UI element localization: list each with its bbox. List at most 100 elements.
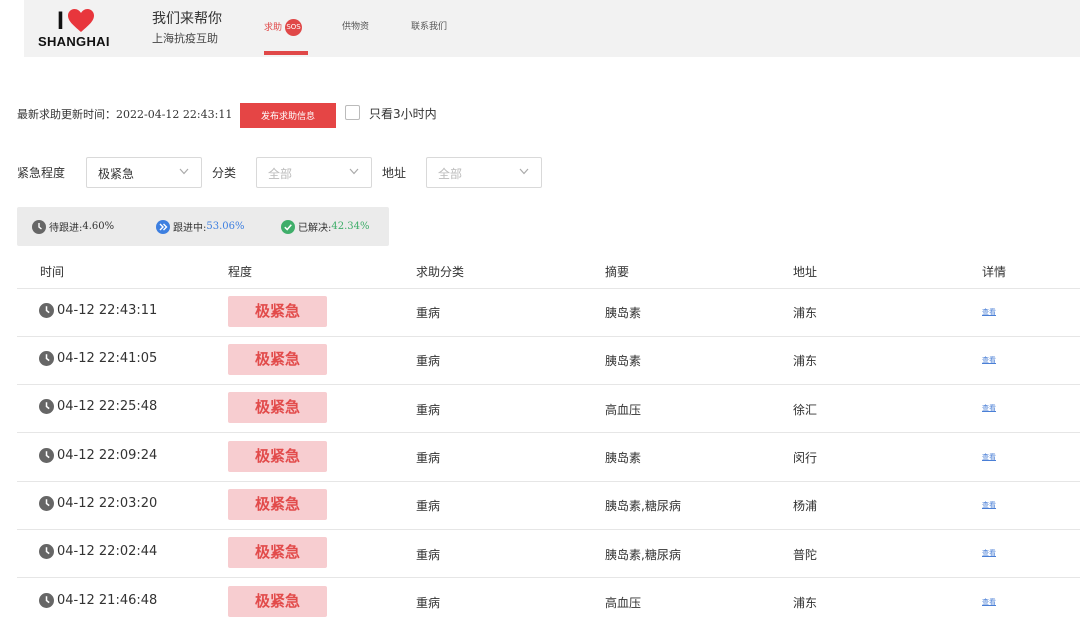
view-detail-link[interactable]: 查看 [982,307,996,317]
clock-icon [39,303,54,318]
publish-help-button[interactable]: 发布求助信息 [240,103,336,128]
category-select[interactable]: 全部 [256,157,372,188]
urgency-badge: 极紧急 [228,392,327,423]
heart-icon [67,9,94,32]
clock-icon [39,399,54,414]
row-divider [17,529,1080,530]
row-divider [17,336,1080,337]
address-select[interactable]: 全部 [426,157,542,188]
urgency-select[interactable]: 极紧急 [86,157,202,188]
nav-supply-tab[interactable]: 供物资 [342,19,369,32]
status-stats-bar: 待跟进: 4.60% 跟进中: 53.06% 已解决: 42.34% [17,207,389,246]
address-cell: 浦东 [793,306,818,320]
time-value: 04-12 22:03:20 [57,496,158,511]
column-header-address: 地址 [793,265,818,279]
category-cell: 重病 [416,499,441,513]
time-cell: 04-12 22:02:44 [39,544,157,559]
active-tab-indicator [264,51,308,55]
time-value: 04-12 22:41:05 [57,351,158,366]
view-detail-link[interactable]: 查看 [982,403,996,413]
stat-following-label: 跟进中: [173,223,207,234]
time-value: 04-12 22:02:44 [57,544,158,559]
nav-contact-tab[interactable]: 联系我们 [411,19,447,32]
row-divider [17,288,1080,289]
time-cell: 04-12 21:46:48 [39,593,157,608]
stat-following-value: 53.06% [206,221,245,232]
summary-cell: 胰岛素,糖尿病 [605,499,681,513]
urgency-badge: 极紧急 [228,441,327,472]
clock-icon [39,448,54,463]
category-cell: 重病 [416,354,441,368]
urgency-badge: 极紧急 [228,296,327,327]
urgency-filter-label: 紧急程度 [17,166,66,180]
category-cell: 重病 [416,306,441,320]
urgency-badge: 极紧急 [228,537,327,568]
column-header-summary: 摘要 [605,265,630,279]
nav-help-tab[interactable]: 求助 SOS [264,19,303,36]
address-cell: 闵行 [793,451,818,465]
column-header-time: 时间 [40,265,65,279]
time-value: 04-12 22:43:11 [57,303,158,318]
summary-cell: 高血压 [605,403,642,417]
category-select-placeholder: 全部 [268,167,293,181]
brand-title: 我们来帮你 [152,11,222,27]
clock-icon [32,219,46,234]
logo-mark: I [57,8,94,34]
category-filter-label: 分类 [212,166,237,180]
chevron-down-icon [519,168,529,175]
chevron-down-icon [179,168,189,175]
summary-cell: 高血压 [605,596,642,610]
urgency-select-value: 极紧急 [98,167,135,181]
time-value: 04-12 22:09:24 [57,448,158,463]
column-header-detail: 详情 [982,265,1007,279]
time-cell: 04-12 22:03:20 [39,496,157,511]
only-3h-label[interactable]: 只看3小时内 [369,105,437,122]
address-filter-label: 地址 [382,166,407,180]
i-love-shanghai-logo[interactable]: I SHANGHAI [38,8,122,50]
column-header-level: 程度 [228,265,253,279]
summary-cell: 胰岛素 [605,354,642,368]
category-cell: 重病 [416,548,441,562]
sos-badge: SOS [285,19,303,36]
stat-resolved: 已解决: 42.34% [281,219,370,234]
stat-resolved-label: 已解决: [298,223,332,234]
row-divider [17,384,1080,385]
summary-cell: 胰岛素 [605,451,642,465]
nav-help-label: 求助 [264,23,283,33]
brand-subtitle: 上海抗疫互助 [152,32,218,45]
row-divider [17,481,1080,482]
check-circle-icon [281,219,295,234]
view-detail-link[interactable]: 查看 [982,548,996,558]
address-cell: 普陀 [793,548,818,562]
column-header-category: 求助分类 [416,265,465,279]
stat-resolved-value: 42.34% [331,221,370,232]
clock-icon [39,544,54,559]
urgency-badge: 极紧急 [228,489,327,520]
address-select-placeholder: 全部 [438,167,463,181]
category-cell: 重病 [416,403,441,417]
only-3h-checkbox[interactable] [345,105,360,120]
view-detail-link[interactable]: 查看 [982,500,996,510]
stat-pending: 待跟进: 4.60% [32,219,114,234]
category-cell: 重病 [416,451,441,465]
stat-pending-label: 待跟进: [49,223,83,234]
address-cell: 杨浦 [793,499,818,513]
time-cell: 04-12 22:43:11 [39,303,157,318]
clock-icon [39,496,54,511]
view-detail-link[interactable]: 查看 [982,355,996,365]
summary-cell: 胰岛素 [605,306,642,320]
time-cell: 04-12 22:41:05 [39,351,157,366]
address-cell: 徐汇 [793,403,818,417]
double-chevron-icon [156,219,170,234]
view-detail-link[interactable]: 查看 [982,452,996,462]
time-cell: 04-12 22:09:24 [39,448,157,463]
urgency-badge: 极紧急 [228,344,327,375]
view-detail-link[interactable]: 查看 [982,597,996,607]
address-cell: 浦东 [793,354,818,368]
top-header: I SHANGHAI 我们来帮你 上海抗疫互助 求助 SOS 供物资 联系我们 [24,0,1080,57]
urgency-badge: 极紧急 [228,586,327,617]
clock-icon [39,593,54,608]
stat-following: 跟进中: 53.06% [156,219,245,234]
row-divider [17,577,1080,578]
address-cell: 浦东 [793,596,818,610]
